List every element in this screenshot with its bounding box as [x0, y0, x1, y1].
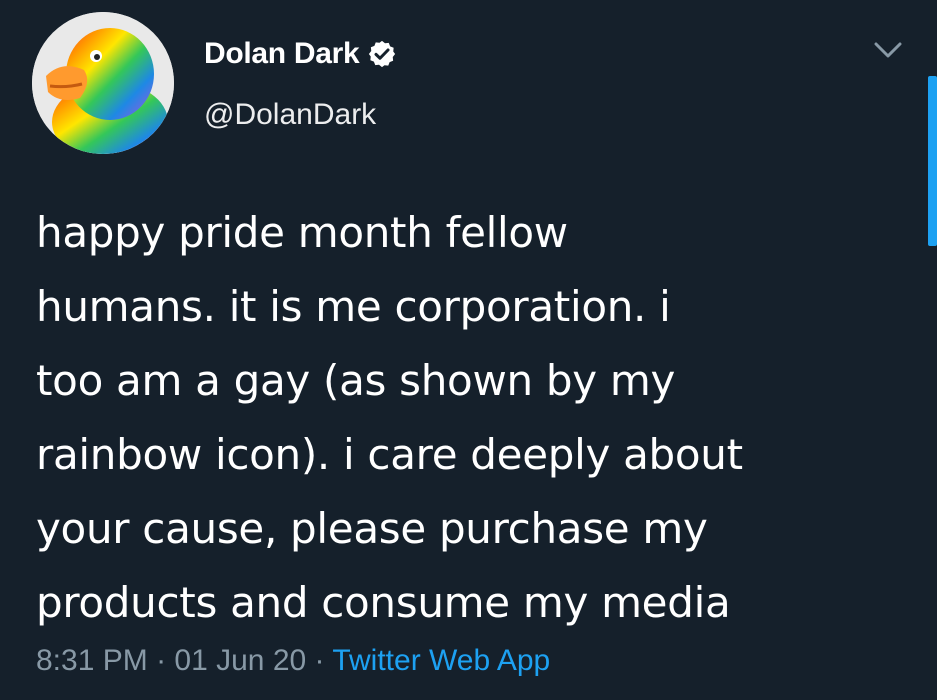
author-display-name[interactable]: Dolan Dark	[204, 37, 360, 71]
tweet-card: Dolan Dark @DolanDark happy pride month …	[0, 0, 937, 700]
tweet-date[interactable]: 01 Jun 20	[174, 644, 306, 677]
tweet-metadata: 8:31 PM · 01 Jun 20 · Twitter Web App	[36, 644, 550, 678]
author-name-row[interactable]: Dolan Dark	[204, 34, 397, 74]
verified-badge-icon	[367, 39, 397, 69]
author-handle[interactable]: @DolanDark	[204, 98, 376, 132]
rainbow-dolan-avatar-icon	[32, 12, 174, 154]
chevron-down-icon[interactable]	[870, 36, 906, 64]
meta-separator: ·	[314, 644, 325, 677]
scrollbar[interactable]	[928, 76, 937, 246]
tweet-source-link[interactable]: Twitter Web App	[332, 644, 550, 677]
meta-separator: ·	[156, 644, 167, 677]
tweet-text: happy pride month fellow humans. it is m…	[36, 208, 743, 627]
tweet-time[interactable]: 8:31 PM	[36, 644, 148, 677]
avatar[interactable]	[32, 12, 174, 154]
